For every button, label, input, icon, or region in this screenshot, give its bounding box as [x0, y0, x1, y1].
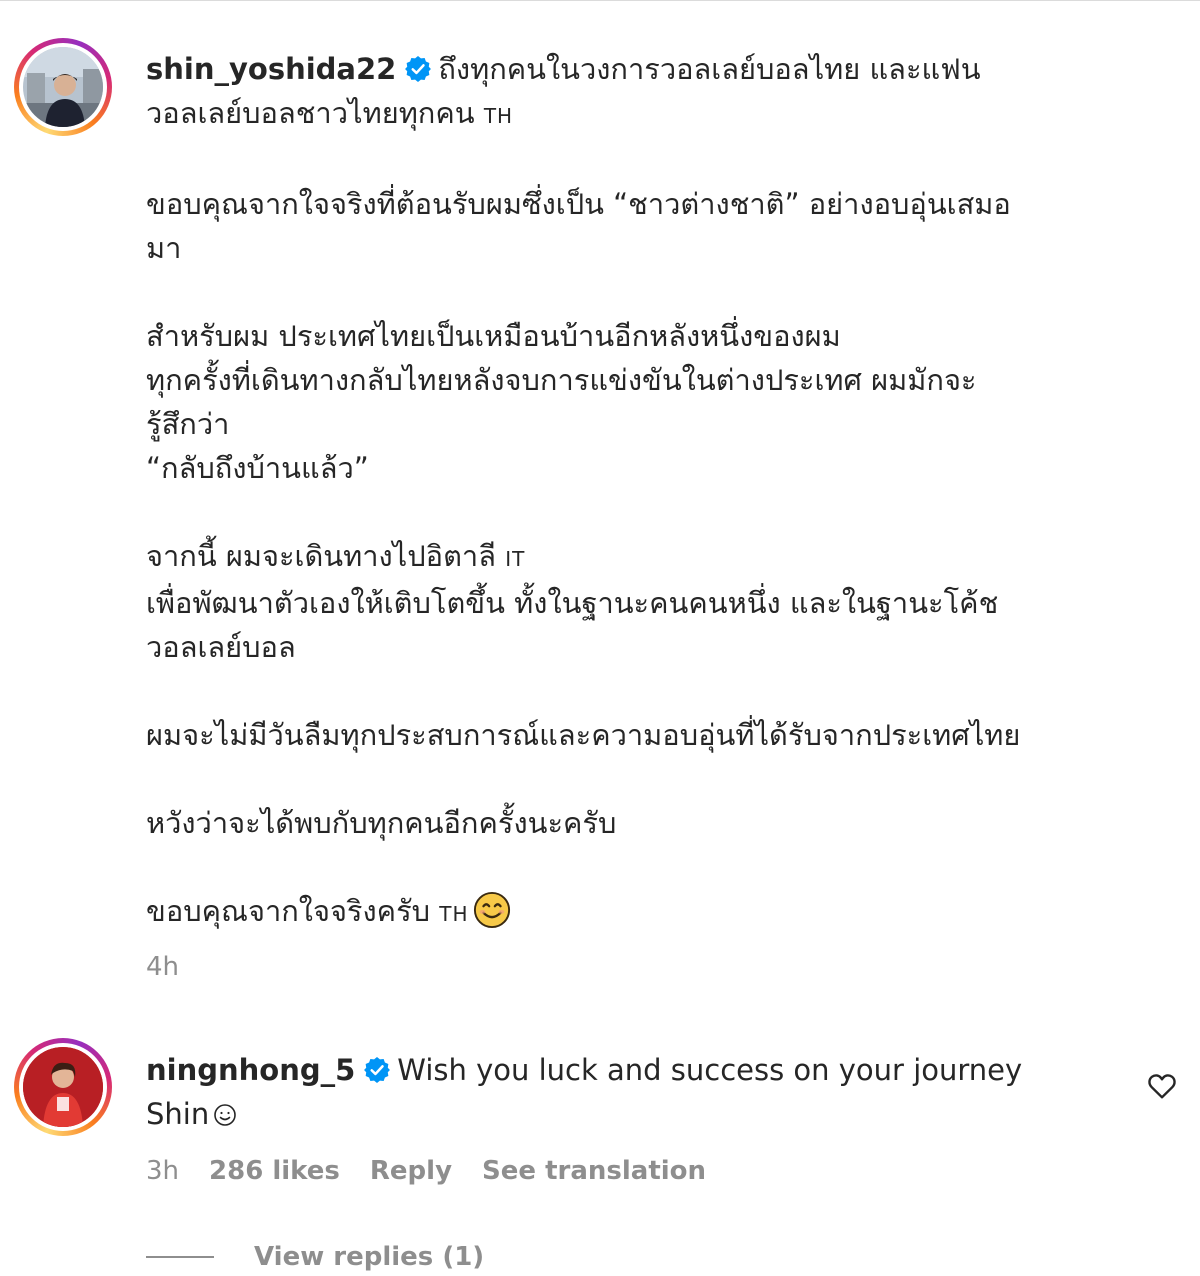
comment-text-line: ขอบคุณจากใจจริงครับ	[146, 894, 431, 928]
comment-meta: 3h 286 likes Reply See translation	[146, 1156, 736, 1186]
comment-text-line: ผมจะไม่มีวันลืมทุกประสบการณ์และความอบอุ่…	[146, 718, 1021, 752]
comment-shin-yoshida: shin_yoshida22 ถึงทุกคนในวงการวอลเลย์บอลไ…	[146, 47, 1136, 936]
comment-text-line: หวังว่าจะได้พบกับทุกคนอีกครั้งนะครับ	[146, 806, 617, 840]
comment-text-line: ถึงทุกคนในวงการวอลเลย์บอลไทย และแฟน	[438, 52, 981, 86]
comment-text-line: จากนี้ ผมจะเดินทางไปอิตาลี	[146, 539, 496, 573]
view-replies-button[interactable]: View replies (1)	[146, 1242, 484, 1272]
view-replies-label: View replies (1)	[254, 1242, 485, 1272]
username-link[interactable]: shin_yoshida22	[146, 52, 396, 86]
see-translation-button[interactable]: See translation	[482, 1156, 706, 1186]
comment-ningnhong: ningnhong_5 Wish you luck and success on …	[146, 1048, 1136, 1136]
avatar-shin-yoshida[interactable]	[14, 38, 112, 136]
smiling-face-outline-icon	[214, 1104, 237, 1126]
comment-text-line: ทุกครั้งที่เดินทางกลับไทยหลังจบการแข่งขั…	[146, 363, 977, 397]
verified-badge-icon	[364, 1057, 391, 1083]
avatar-photo	[23, 47, 103, 127]
comment-text-line: Shin	[146, 1097, 210, 1131]
top-divider	[0, 0, 1200, 7]
comment-text-line: วอลเลย์บอลชาวไทยทุกคน	[146, 96, 475, 130]
likes-count[interactable]: 286 likes	[209, 1156, 340, 1186]
comment-text-line: ขอบคุณจากใจจริงที่ต้อนรับผมซึ่งเป็น “ชาว…	[146, 187, 1011, 221]
comment-text-line: รู้สึกว่า	[146, 407, 230, 441]
comment-text-line: Wish you luck and success on your journe…	[397, 1053, 1023, 1087]
flag-it-icon: IT	[505, 547, 526, 571]
comment-text-line: มา	[146, 231, 182, 265]
timestamp: 3h	[146, 1156, 180, 1186]
smiling-face-icon	[473, 891, 510, 929]
timestamp: 4h	[146, 952, 180, 982]
replies-divider	[146, 1256, 214, 1258]
username-link[interactable]: ningnhong_5	[146, 1053, 355, 1087]
verified-badge-icon	[405, 56, 432, 82]
avatar-ningnhong[interactable]	[14, 1038, 112, 1136]
comment-meta: 4h	[146, 952, 209, 982]
flag-th-icon: TH	[483, 104, 514, 128]
reply-button[interactable]: Reply	[370, 1156, 452, 1186]
avatar-photo	[23, 1047, 103, 1127]
heart-outline-icon[interactable]	[1146, 1070, 1178, 1102]
comment-text-line: เพื่อพัฒนาตัวเองให้เติบโตขึ้น ทั้งในฐานะ…	[146, 586, 999, 620]
comment-text-line: สำหรับผม ประเทศไทยเป็นเหมือนบ้านอีกหลังห…	[146, 319, 841, 353]
flag-th-icon: TH	[439, 902, 469, 926]
comment-text-line: “กลับถึงบ้านแล้ว”	[146, 451, 369, 485]
comment-text-line: วอลเลย์บอล	[146, 630, 296, 664]
